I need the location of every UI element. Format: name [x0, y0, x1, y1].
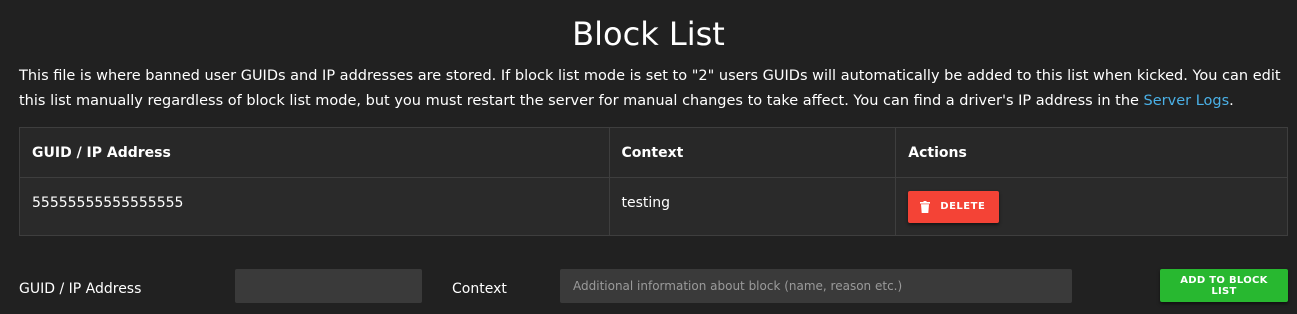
- page-title: Block List: [572, 15, 725, 53]
- table-row: 55555555555555555 testing DELETE: [19, 177, 1288, 236]
- description-text: This file is where banned user GUIDs and…: [19, 68, 1281, 109]
- guid-input[interactable]: [235, 269, 422, 303]
- cell-actions: DELETE: [895, 177, 1288, 236]
- trash-icon: [920, 200, 931, 213]
- description-end: .: [1229, 93, 1234, 109]
- delete-button-label: DELETE: [940, 201, 986, 212]
- cell-context: testing: [608, 177, 897, 236]
- block-list-page: Block List This file is where banned use…: [0, 0, 1297, 314]
- context-label: Context: [452, 281, 507, 297]
- delete-button[interactable]: DELETE: [908, 190, 1000, 223]
- column-header-context: Context: [608, 127, 897, 178]
- column-header-guid: GUID / IP Address: [19, 127, 610, 178]
- cell-guid: 55555555555555555: [19, 177, 610, 236]
- add-to-block-list-button[interactable]: ADD TO BLOCK LIST: [1160, 269, 1288, 302]
- page-description: This file is where banned user GUIDs and…: [19, 64, 1284, 114]
- server-logs-link[interactable]: Server Logs: [1144, 93, 1230, 109]
- context-input[interactable]: [560, 269, 1072, 303]
- guid-label: GUID / IP Address: [19, 281, 142, 297]
- table-header-row: GUID / IP Address Context Actions: [19, 127, 1288, 178]
- block-list-table: GUID / IP Address Context Actions 555555…: [19, 127, 1288, 236]
- column-header-actions: Actions: [895, 127, 1288, 178]
